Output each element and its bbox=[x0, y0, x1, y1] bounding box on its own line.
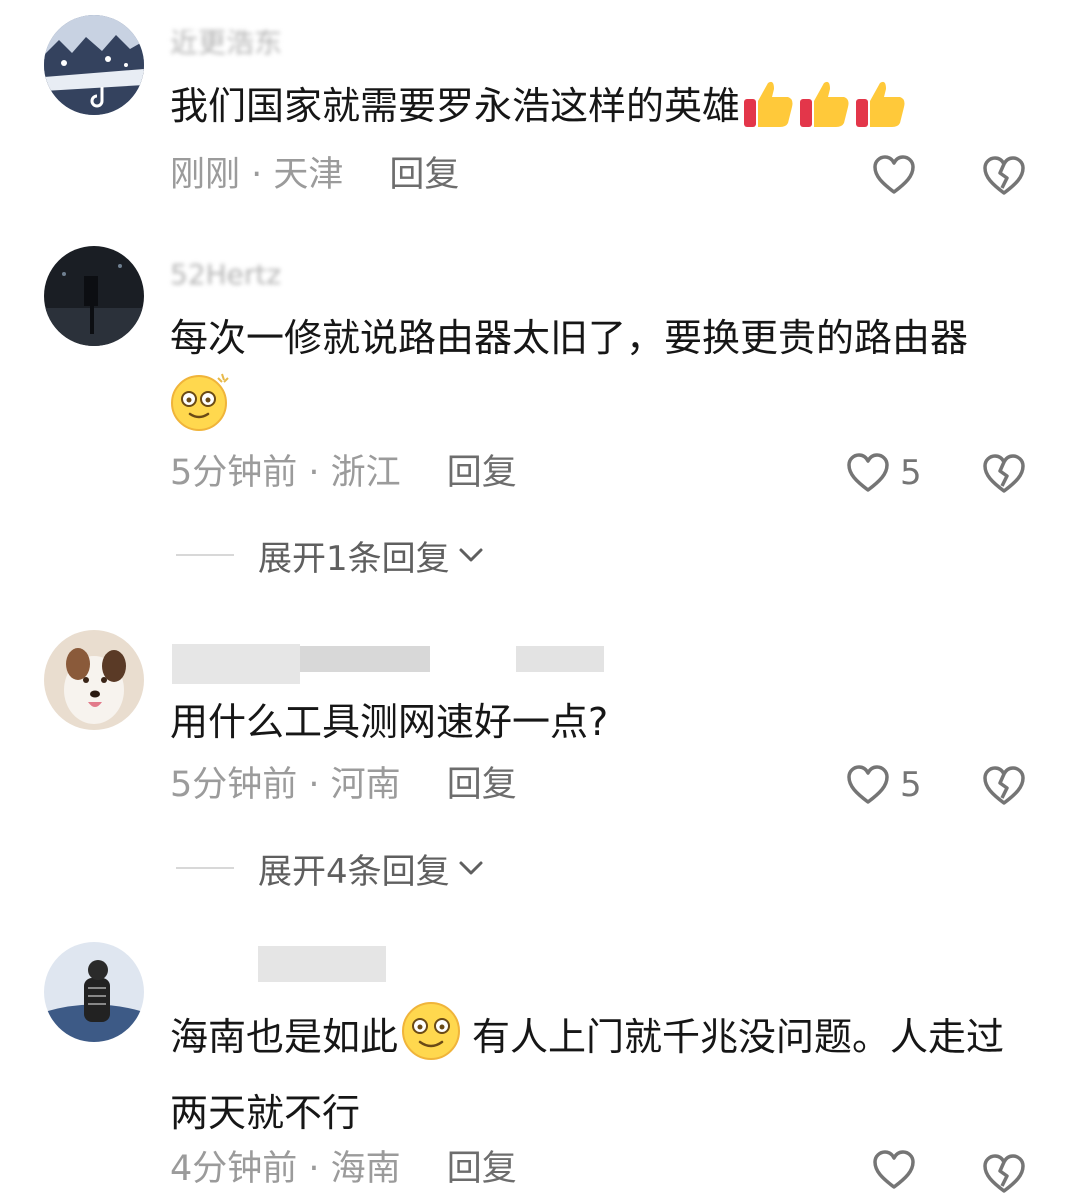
night-avatar-image bbox=[44, 246, 144, 346]
comment-text-part: 每次一修就说路由器太旧了，要换更贵的路由器 bbox=[170, 316, 969, 360]
comment-text-part: 用什么工具测网速好一点? bbox=[170, 700, 609, 744]
heart-outline-icon bbox=[847, 453, 889, 492]
comment-location: 海南 bbox=[330, 1149, 401, 1189]
avatar[interactable] bbox=[44, 15, 144, 115]
username-redaction bbox=[258, 946, 386, 982]
thumbs-up-icon bbox=[740, 75, 796, 150]
broken-heart-icon[interactable] bbox=[982, 452, 1026, 496]
avatar[interactable] bbox=[44, 246, 144, 346]
avatar[interactable] bbox=[44, 630, 144, 730]
username[interactable]: 52Hertz bbox=[170, 262, 281, 288]
divider-line bbox=[176, 867, 234, 869]
chevron-down-icon bbox=[459, 548, 483, 562]
dog-avatar-image bbox=[44, 630, 144, 730]
like-count: 5 bbox=[900, 453, 922, 493]
comment-text: 海南也是如此 有人上门就千兆没问题。人走过两天就不行 bbox=[170, 1000, 1040, 1145]
reply-button[interactable]: 回复 bbox=[447, 1149, 517, 1189]
smiling-face-icon bbox=[400, 1000, 462, 1081]
comment-time: 5分钟前 bbox=[170, 765, 298, 805]
reply-button[interactable]: 回复 bbox=[447, 453, 517, 493]
comment-time: 4分钟前 bbox=[170, 1149, 298, 1189]
meta-separator: · bbox=[240, 155, 274, 195]
chevron-down-icon bbox=[459, 861, 483, 875]
like-count: 5 bbox=[900, 765, 922, 805]
broken-heart-icon[interactable] bbox=[982, 764, 1026, 808]
snow-forest-avatar-image bbox=[44, 15, 144, 115]
heart-outline-icon bbox=[873, 155, 915, 194]
broken-heart-icon[interactable] bbox=[982, 154, 1026, 198]
comment-meta: 刚刚 · 天津 回复 bbox=[170, 152, 459, 198]
reply-button[interactable]: 回复 bbox=[447, 765, 517, 805]
expand-replies-label: 展开4条回复 bbox=[258, 851, 450, 892]
comment-text: 用什么工具测网速好一点? bbox=[170, 690, 1040, 754]
broken-heart-icon[interactable] bbox=[982, 1152, 1026, 1196]
divider-line bbox=[176, 554, 234, 556]
comment-location: 天津 bbox=[273, 155, 344, 195]
username-redaction bbox=[516, 646, 604, 672]
username-redaction bbox=[300, 646, 430, 672]
comment-time: 刚刚 bbox=[170, 155, 241, 195]
comment-text-part: 海南也是如此 bbox=[170, 1015, 399, 1059]
like-button[interactable]: 5 bbox=[846, 450, 922, 496]
thumbs-up-icon bbox=[852, 75, 908, 150]
comment-text: 我们国家就需要罗永浩这样的英雄 bbox=[170, 74, 1040, 150]
like-button[interactable]: 5 bbox=[846, 762, 922, 808]
comment-text-part: 我们国家就需要罗永浩这样的英雄 bbox=[170, 84, 741, 128]
expand-replies-button[interactable]: 展开1条回复 bbox=[176, 532, 484, 579]
thumbs-up-icon bbox=[796, 75, 852, 150]
like-button[interactable] bbox=[872, 152, 926, 198]
heart-outline-icon[interactable] bbox=[872, 1150, 916, 1190]
comment-meta: 4分钟前 · 海南 回复 bbox=[170, 1146, 517, 1192]
expand-replies-button[interactable]: 展开4条回复 bbox=[176, 845, 484, 892]
reply-button[interactable]: 回复 bbox=[389, 155, 459, 195]
comment-meta: 5分钟前 · 河南 回复 bbox=[170, 762, 517, 808]
heart-outline-icon bbox=[847, 765, 889, 804]
person-avatar-image bbox=[44, 942, 144, 1042]
comment-meta: 5分钟前 · 浙江 回复 bbox=[170, 450, 517, 496]
dazed-face-icon bbox=[170, 370, 232, 451]
comment-location: 浙江 bbox=[330, 453, 401, 493]
expand-replies-label: 展开1条回复 bbox=[258, 538, 450, 579]
avatar[interactable] bbox=[44, 942, 144, 1042]
meta-separator: · bbox=[297, 765, 331, 805]
comment-text: 每次一修就说路由器太旧了，要换更贵的路由器 bbox=[170, 306, 1040, 451]
username[interactable]: 近更浩东 bbox=[170, 30, 282, 56]
comment-location: 河南 bbox=[330, 765, 401, 805]
username-redaction bbox=[172, 644, 300, 684]
meta-separator: · bbox=[297, 453, 331, 493]
comment-time: 5分钟前 bbox=[170, 453, 298, 493]
meta-separator: · bbox=[297, 1149, 331, 1189]
